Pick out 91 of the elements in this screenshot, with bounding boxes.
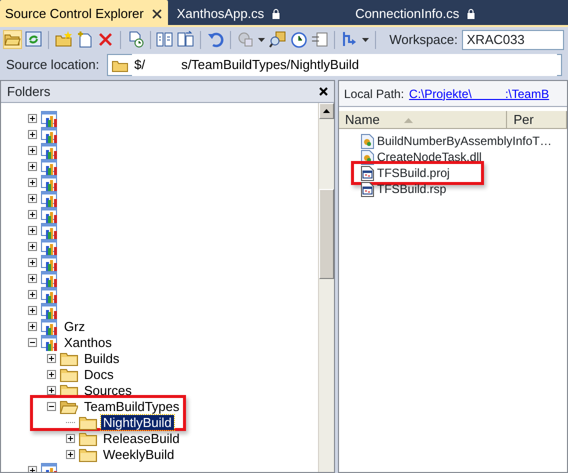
project-icon	[41, 270, 58, 287]
tree-item[interactable]: Docs	[82, 367, 116, 382]
expand-icon[interactable]	[28, 290, 37, 300]
tree-item[interactable]: Grz	[62, 319, 87, 334]
tree-item[interactable]: WeeklyBuild	[101, 447, 176, 462]
history-icon[interactable]	[126, 31, 144, 48]
tree-item[interactable]: Xanthos	[62, 335, 114, 350]
project-icon	[41, 158, 58, 175]
expand-icon[interactable]	[47, 354, 56, 364]
close-icon[interactable]	[319, 86, 328, 96]
project-icon	[41, 222, 58, 239]
tab-label: Source Control Explorer	[5, 5, 144, 24]
open-folder-icon	[60, 399, 78, 414]
expand-icon[interactable]	[28, 114, 37, 124]
folder-icon	[79, 431, 97, 446]
collapse-icon[interactable]	[28, 338, 37, 348]
file-name[interactable]: TFSBuild.rsp	[377, 180, 446, 198]
expand-icon[interactable]	[28, 210, 37, 220]
expand-icon[interactable]	[66, 434, 75, 444]
column-header[interactable]: Per	[507, 111, 567, 129]
tab[interactable]: ConnectionInfo.cs	[350, 0, 482, 25]
tree-item[interactable]: TeamBuildTypes	[82, 399, 182, 414]
panel-title: Folders	[7, 82, 50, 101]
file-name[interactable]: TFSBuild.proj	[377, 164, 450, 182]
add-file-icon[interactable]	[76, 31, 93, 48]
project-icon	[41, 126, 58, 143]
file-name[interactable]: CreateNodeTask.dll	[377, 148, 482, 166]
scroll-up-button[interactable]	[319, 102, 334, 119]
workspace-dropdown[interactable]: XRAC033	[462, 30, 564, 50]
project-icon	[41, 254, 58, 271]
expand-icon[interactable]	[28, 258, 37, 268]
expand-icon[interactable]	[28, 274, 37, 284]
scrollbar[interactable]	[318, 102, 334, 472]
collapse-icon[interactable]	[47, 402, 56, 412]
close-icon[interactable]	[152, 9, 162, 19]
tab[interactable]: Source Control Explorer	[0, 0, 168, 25]
source-location-field[interactable]: $/ s/TeamBuildTypes/NightlyBuild	[107, 54, 562, 76]
caret-icon[interactable]	[362, 38, 369, 42]
local-path-label: Local Path:	[344, 86, 404, 102]
folder-icon	[60, 367, 78, 382]
refresh-icon[interactable]	[25, 31, 42, 48]
new-folder-icon[interactable]	[54, 31, 72, 48]
workspace-label: Workspace:	[389, 30, 458, 49]
project-file-icon	[361, 182, 374, 196]
expand-icon[interactable]	[28, 226, 37, 236]
expand-icon[interactable]	[28, 306, 37, 316]
undo-icon[interactable]	[207, 31, 224, 48]
clock-icon[interactable]	[290, 31, 307, 48]
folder-icon	[79, 415, 97, 430]
expand-icon[interactable]	[47, 386, 56, 396]
file-name[interactable]: BuildNumberByAssemblyInfoT…	[377, 132, 552, 150]
scroll-thumb[interactable]	[319, 188, 334, 279]
folder-icon	[79, 447, 97, 462]
project-icon	[41, 302, 58, 319]
project-icon	[41, 238, 58, 255]
tab[interactable]: XanthosApp.cs	[172, 0, 286, 25]
tab-label: ConnectionInfo.cs	[355, 5, 460, 24]
delete-icon[interactable]	[96, 31, 114, 48]
expand-icon[interactable]	[28, 178, 37, 188]
folder-icon	[60, 351, 78, 366]
column-header[interactable]: Name	[339, 111, 508, 129]
open-folder-icon[interactable]	[4, 31, 21, 48]
folder-icon	[112, 58, 128, 72]
expand-icon[interactable]	[28, 322, 37, 332]
expand-icon[interactable]	[28, 194, 37, 204]
tab-label: XanthosApp.cs	[176, 5, 264, 24]
expand-icon[interactable]	[28, 242, 37, 252]
expand-icon[interactable]	[47, 370, 56, 380]
project-icon	[41, 334, 58, 351]
up-arrow-icon[interactable]	[323, 108, 330, 113]
project-icon	[41, 190, 58, 207]
project-file-icon	[361, 166, 374, 180]
project-icon	[41, 206, 58, 223]
tree-item[interactable]: ReleaseBuild	[101, 431, 182, 446]
expand-icon[interactable]	[28, 130, 37, 140]
project-icon	[41, 174, 58, 191]
expand-icon[interactable]	[28, 146, 37, 156]
expand-icon[interactable]	[66, 450, 75, 460]
caret-icon[interactable]	[258, 38, 265, 42]
local-path-link[interactable]: C:\Projekte\ :\TeamB	[409, 84, 550, 102]
expand-icon[interactable]	[28, 162, 37, 172]
source-location-label: Source location:	[6, 56, 100, 74]
project-icon	[41, 286, 58, 303]
find-icon[interactable]	[268, 31, 286, 48]
sort-arrow-icon	[404, 118, 413, 122]
project-icon	[41, 318, 58, 335]
tree-item[interactable]: Builds	[82, 351, 122, 366]
tree-item[interactable]: NightlyBuild	[101, 415, 174, 430]
project-icon	[41, 110, 58, 127]
tree-item[interactable]: Sources	[82, 383, 134, 398]
project-icon	[41, 142, 58, 159]
